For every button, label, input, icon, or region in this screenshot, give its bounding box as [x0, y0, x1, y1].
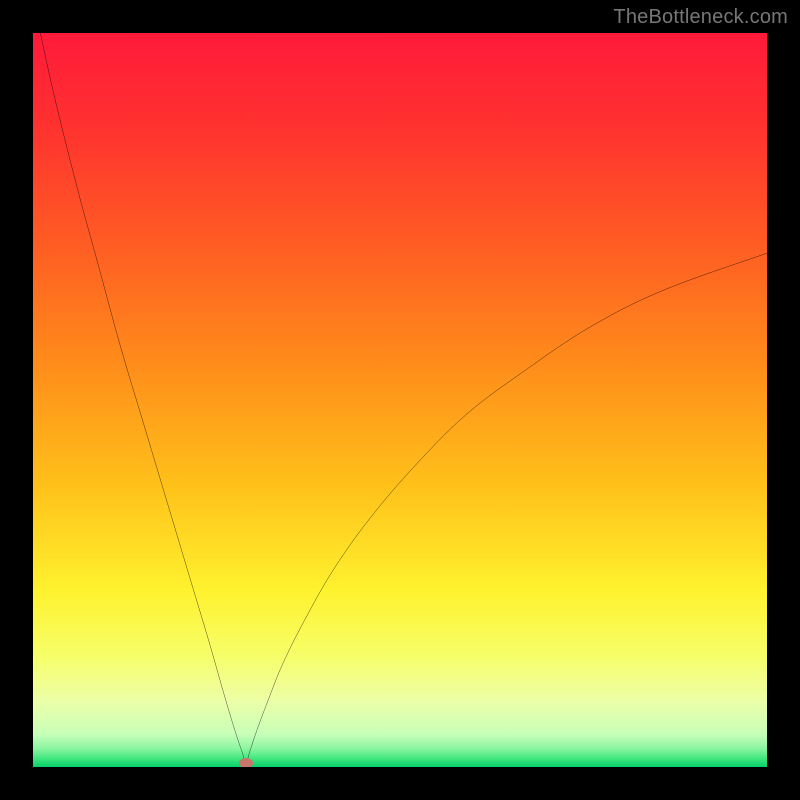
- bottleneck-curve: [33, 33, 767, 767]
- watermark-text: TheBottleneck.com: [613, 6, 788, 29]
- minimum-marker: [239, 758, 253, 767]
- outer-frame: TheBottleneck.com: [0, 0, 800, 800]
- plot-area: [33, 33, 767, 767]
